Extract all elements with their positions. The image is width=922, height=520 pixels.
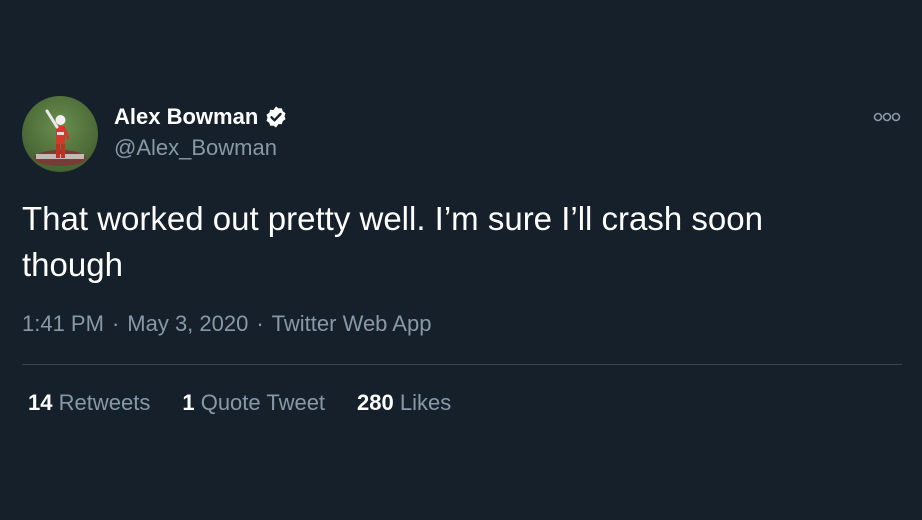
retweets-stat[interactable]: 14 Retweets [28,390,150,416]
avatar-image [22,96,98,172]
engagement-stats: 14 Retweets 1 Quote Tweet 280 Likes [28,390,483,416]
author-name-row: Alex Bowman [114,104,288,130]
quote-tweets-count: 1 [182,390,195,415]
retweets-label: Retweets [58,390,151,415]
verified-badge-icon [264,105,288,129]
tweet-meta: 1:41 PM · May 3, 2020 · Twitter Web App [22,311,431,337]
likes-label: Likes [399,390,452,415]
meta-separator: · [111,311,120,336]
tweet-source[interactable]: Twitter Web App [272,311,432,337]
tweet-text: That worked out pretty well. I’m sure I’… [22,200,763,283]
tweet-card: Alex Bowman @Alex_Bowman That worked out… [0,0,922,520]
likes-count: 280 [357,390,394,415]
quote-tweets-stat[interactable]: 1 Quote Tweet [182,390,325,416]
tweet-time[interactable]: 1:41 PM [22,311,104,337]
retweets-count: 14 [28,390,53,415]
author-handle[interactable]: @Alex_Bowman [114,135,277,161]
tweet-date[interactable]: May 3, 2020 [127,311,248,337]
divider [22,364,902,365]
more-options-icon[interactable] [873,110,901,122]
likes-stat[interactable]: 280 Likes [357,390,451,416]
quote-tweets-label: Quote Tweet [200,390,326,415]
display-name[interactable]: Alex Bowman [114,104,258,130]
meta-separator: · [256,311,264,336]
avatar[interactable] [22,96,98,172]
